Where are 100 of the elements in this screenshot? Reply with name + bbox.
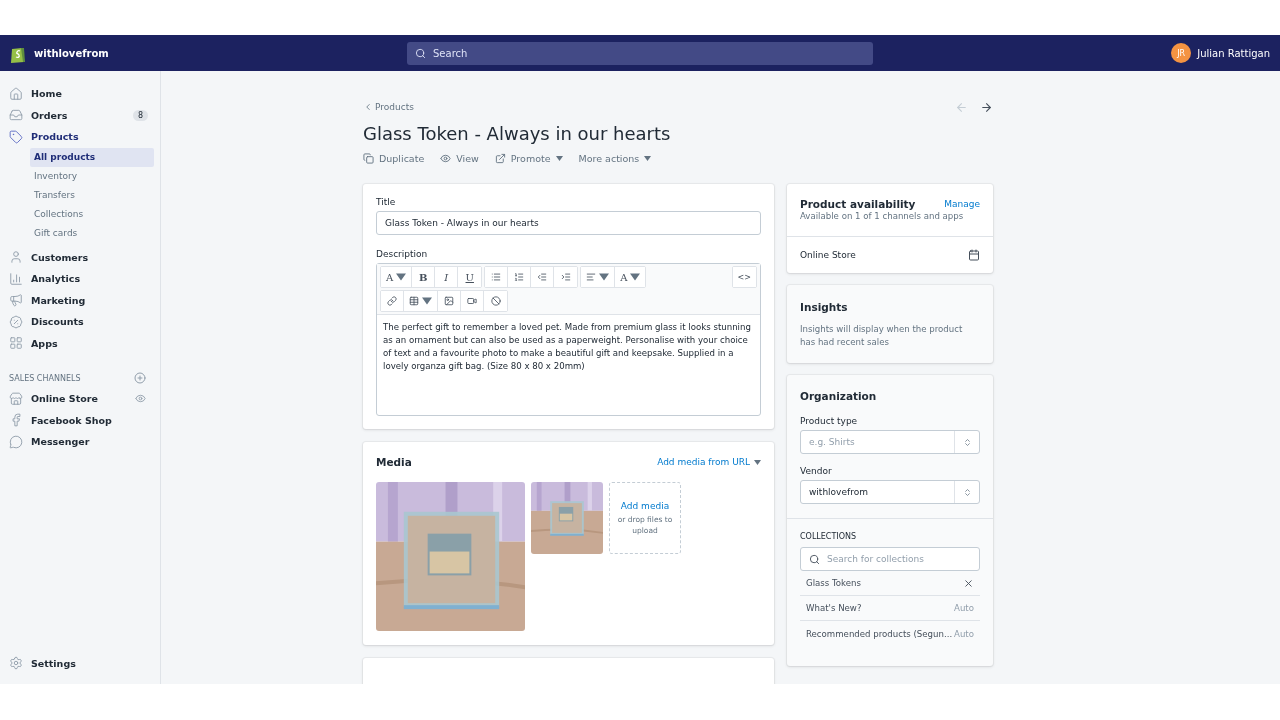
description-text: The perfect gift to remember a loved pet. Made from premium glass it looks stunning as an ornament but can also be used as a paperweight. Personalise with your choice of text and a favourite photo to make a beautiful gift and keepsake. Supplied in a lovely organza gift bag. (Size 80 x 80 x 20mm) [382, 321, 752, 373]
insights-text: Insights will display when the product has had recent sales [800, 323, 964, 349]
up-down-chevron-icon [962, 437, 972, 447]
collection-name: What's New? [806, 603, 862, 613]
bulleted-list-button[interactable] [485, 267, 509, 287]
video-icon [467, 296, 477, 306]
title-field[interactable]: Glass Token - Always in our hearts [376, 211, 761, 235]
caret-icon [630, 272, 641, 282]
add-media-label: Add media [620, 500, 670, 511]
image-icon [444, 296, 454, 306]
sidebar-item[interactable]: Home [9, 83, 154, 105]
caret-icon [555, 155, 563, 161]
align-left-icon [586, 272, 597, 282]
link-button[interactable] [381, 291, 404, 311]
sidebar-item[interactable]: Orders 8 [9, 104, 154, 126]
sidebar-item[interactable]: Discounts [9, 311, 154, 333]
search-icon [415, 47, 426, 59]
store-name: withlovefrom [34, 47, 109, 59]
page-title: Glass Token - Always in our hearts [363, 123, 672, 144]
availability-summary: Available on 1 of 1 channels and apps [800, 210, 965, 223]
clear-format-icon [490, 296, 501, 306]
sidebar-item[interactable]: Customers [9, 246, 154, 268]
auto-label: Auto [954, 628, 974, 639]
sidebar-item[interactable]: Analytics [9, 268, 154, 290]
sidebar-subitem[interactable]: Collections [30, 204, 154, 224]
up-down-chevron-icon [962, 487, 972, 497]
description-editor[interactable] [376, 263, 761, 416]
font-button[interactable]: A [381, 267, 413, 287]
search-field[interactable]: Search [407, 41, 873, 65]
bar-chart-icon [9, 271, 23, 286]
sidebar-subitem[interactable]: Transfers [30, 185, 154, 205]
sidebar-item[interactable]: Online Store [9, 388, 154, 410]
eye-icon [440, 152, 452, 164]
add-media-url-link[interactable]: Add media from URL [657, 457, 761, 467]
sidebar-subitem[interactable]: Gift cards [30, 223, 154, 243]
collection-name: Glass Tokens [806, 578, 861, 588]
sidebar-item[interactable]: Apps [9, 332, 154, 354]
sidebar-item[interactable]: Messenger [9, 431, 154, 453]
store-icon [9, 391, 23, 406]
messenger-icon [9, 434, 23, 449]
settings-icon [9, 656, 23, 671]
table-icon [409, 296, 419, 306]
caret-icon [396, 272, 407, 282]
channel-name: Online Store [800, 250, 856, 260]
caret-icon [644, 155, 652, 161]
inbox-icon [9, 108, 23, 123]
vendor-select[interactable]: withlovefrom [800, 480, 980, 504]
user-name: Julian Rattigan [1197, 47, 1270, 59]
numbered-list-icon [514, 272, 525, 282]
card-heading: Product availability [800, 198, 916, 210]
chevron-left-icon [363, 102, 373, 112]
tag-icon [9, 129, 23, 144]
sidebar-subitem[interactable]: Inventory [30, 166, 154, 186]
external-link-icon [494, 152, 506, 164]
align-button[interactable] [581, 267, 616, 287]
field-label: Vendor [800, 466, 833, 476]
action-button[interactable]: Duplicate [363, 152, 425, 164]
section-heading: COLLECTIONS [800, 532, 858, 541]
caret-icon [754, 459, 761, 465]
copy-icon [363, 152, 374, 164]
link-icon [387, 296, 397, 306]
breadcrumb-link[interactable]: Products [363, 102, 414, 112]
action-button[interactable]: Promote [494, 152, 563, 164]
collection-name: Recommended products (Segun... [806, 628, 953, 639]
apps-icon [9, 336, 23, 351]
field-label: Product type [800, 416, 859, 426]
user-icon [9, 250, 23, 265]
settings-item[interactable]: Settings [9, 652, 154, 674]
card-heading: Media [376, 456, 412, 468]
card-heading: Organization [800, 390, 878, 402]
section-heading: SALES CHANNELS [9, 373, 81, 383]
card-heading: Insights [800, 301, 849, 313]
search-icon [809, 553, 820, 565]
outdent-icon [537, 272, 548, 282]
eye-icon[interactable] [135, 393, 146, 405]
user-avatar: JR [1171, 43, 1192, 63]
count-badge: 8 [132, 109, 148, 121]
caret-icon [599, 272, 610, 282]
bulleted-list-icon [491, 272, 502, 282]
add-channel-icon[interactable] [134, 372, 146, 384]
sidebar-item[interactable]: Facebook Shop [9, 409, 154, 431]
next-arrow-icon[interactable] [980, 100, 993, 114]
field-label: Title [376, 197, 397, 207]
sidebar-item[interactable]: Products [9, 126, 154, 148]
code-button[interactable]: <> [732, 267, 756, 287]
facebook-icon [9, 413, 23, 428]
remove-icon[interactable] [963, 577, 974, 589]
field-label: Description [376, 249, 429, 259]
megaphone-icon [9, 293, 23, 308]
calendar-icon[interactable] [968, 249, 980, 261]
sidebar-subitem[interactable]: All products [30, 147, 154, 167]
indent-icon [560, 272, 571, 282]
discount-icon [9, 314, 23, 329]
sidebar-item[interactable]: Marketing [9, 289, 154, 311]
auto-label: Auto [954, 603, 974, 613]
caret-icon [422, 296, 432, 306]
home-icon [9, 86, 23, 101]
action-button[interactable]: View [440, 152, 479, 164]
manage-link[interactable]: Manage [944, 199, 980, 209]
action-button[interactable]: More actions [578, 152, 652, 164]
